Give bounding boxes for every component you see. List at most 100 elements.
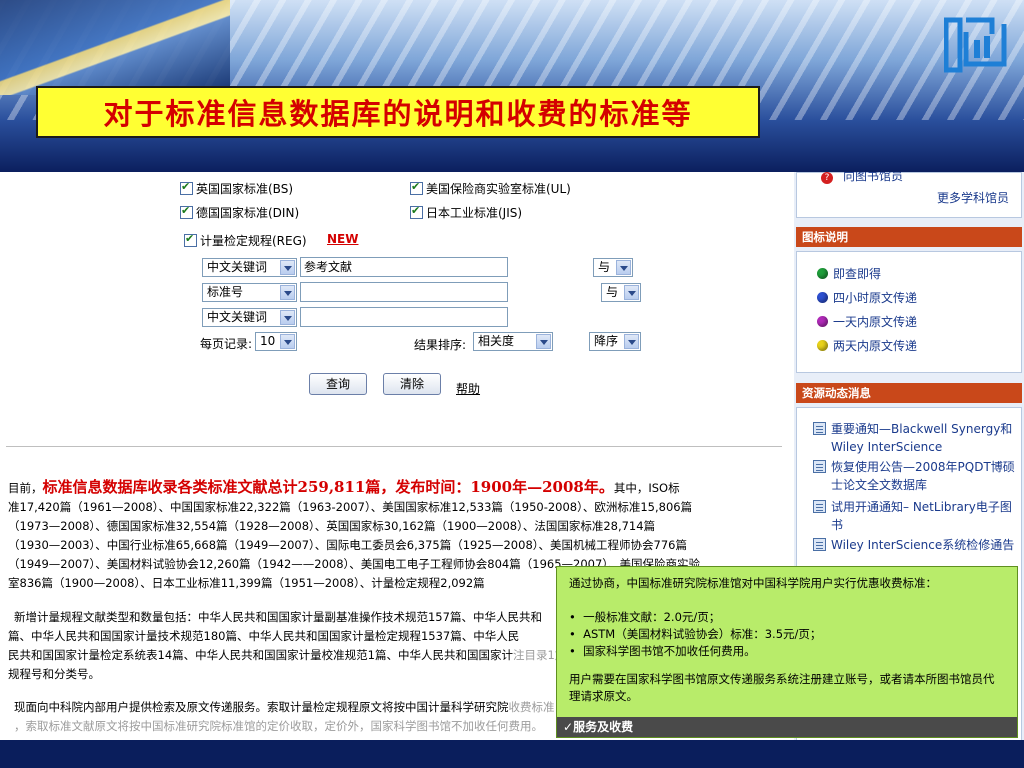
chevron-down-icon[interactable] — [280, 260, 295, 275]
checkbox-checked-icon[interactable] — [410, 204, 423, 219]
select-value: 相关度 — [478, 334, 515, 348]
question-icon: ? — [821, 172, 833, 184]
desc-text: 其中，ISO标 — [613, 481, 680, 495]
sort-select[interactable]: 相关度 — [473, 332, 553, 351]
checkbox-checked-icon[interactable] — [180, 204, 193, 219]
new-badge[interactable]: NEW — [327, 232, 358, 246]
help-link[interactable]: 帮助 — [456, 380, 480, 397]
checkbox-ul[interactable]: 美国保险商实验室标准(UL) — [410, 180, 571, 197]
desc-line-4: （1930—2003）、中国行业标准65,668篇（1949—2007）、国际电… — [8, 538, 687, 552]
purple-dot-icon — [817, 316, 828, 327]
popup-note: 用户需要在国家科学图书馆原文传递服务系统注册建立账号，或者请本所图书馆员代理请求… — [569, 672, 995, 703]
ask-librarian-label: 向图书馆员 — [843, 172, 904, 183]
sort-label: 结果排序: — [414, 338, 467, 352]
popup-item-text: 一般标准文献：2.0元/页； — [583, 610, 721, 624]
popup-item: • ASTM（美国材料试验协会）标准：3.5元/页； — [569, 626, 821, 642]
op-select-1[interactable]: 与 — [593, 258, 633, 277]
clear-button[interactable]: 清除 — [383, 373, 441, 395]
query-button[interactable]: 查询 — [309, 373, 367, 395]
chevron-down-icon[interactable] — [280, 334, 295, 349]
chevron-down-icon[interactable] — [624, 285, 639, 300]
yellow-dot-icon — [817, 340, 828, 351]
bullet-icon: • — [569, 610, 584, 624]
chevron-down-icon[interactable] — [616, 260, 631, 275]
checkbox-reg[interactable]: 计量检定规程(REG) — [184, 232, 307, 249]
checkbox-label: 美国保险商实验室标准(UL) — [426, 182, 571, 196]
document-icon — [813, 538, 826, 551]
news-item[interactable]: 重要通知—Blackwell Synergy和Wiley InterScienc… — [813, 420, 1019, 456]
select-value: 标准号 — [207, 285, 244, 299]
green-dot-icon — [817, 268, 828, 279]
checkbox-din[interactable]: 德国国家标准(DIN) — [180, 204, 299, 221]
legend-label: 即查即得 — [833, 267, 882, 281]
fee-popup: 通过协商，中国标准研究院标准馆对中国科学院用户实行优惠收费标准： • 一般标准文… — [556, 566, 1018, 738]
desc-text: 民共和国国家计量检定系统表14篇、中华人民共和国国家计量校准规范1篇、中华人民共… — [8, 648, 513, 662]
slide-title-box: 对于标准信息数据库的说明和收费的标准等 — [36, 86, 760, 138]
per-page-select[interactable]: 10 — [255, 332, 297, 351]
checkbox-label: 英国国家标准(BS) — [196, 182, 294, 196]
keyword-input-3[interactable] — [300, 307, 508, 327]
fee-popup-body: 通过协商，中国标准研究院标准馆对中国科学院用户实行优惠收费标准： • 一般标准文… — [557, 567, 1017, 717]
op-select-2[interactable]: 与 — [601, 283, 641, 302]
document-icon — [813, 460, 826, 473]
news-item[interactable]: 恢复使用公告—2008年PQDT博硕士论文全文数据库 — [813, 458, 1019, 494]
checkbox-checked-icon[interactable] — [410, 180, 423, 195]
checkbox-label: 德国国家标准(DIN) — [196, 206, 300, 220]
popup-footer: ✓服务及收费 — [557, 717, 1017, 737]
news-item[interactable]: 试用开通通知– NetLibrary电子图书 — [813, 498, 1019, 534]
desc-text: 目前， — [8, 481, 43, 495]
order-select[interactable]: 降序 — [589, 332, 641, 351]
ask-librarian-link[interactable]: ? 向图书馆员 — [821, 172, 903, 184]
news-item-label: 试用开通通知– NetLibrary电子图书 — [831, 500, 1012, 532]
select-value: 中文关键词 — [207, 310, 268, 324]
slide-title: 对于标准信息数据库的说明和收费的标准等 — [103, 97, 693, 131]
checkbox-jis[interactable]: 日本工业标准(JIS) — [410, 204, 522, 221]
bullet-icon: • — [569, 644, 584, 658]
bottom-bar — [0, 740, 1024, 768]
field-select-1[interactable]: 中文关键词 — [202, 258, 297, 277]
select-value: 降序 — [594, 334, 619, 348]
legend-item-1d: 一天内原文传递 — [817, 313, 917, 330]
news-item[interactable]: Wiley InterScience系统检修通告 — [813, 536, 1019, 554]
bullet-icon: • — [569, 627, 584, 641]
section-divider — [6, 446, 782, 447]
blue-dot-icon — [817, 292, 828, 303]
select-value: 与 — [598, 260, 611, 274]
desc-text: 现面向中科院内部用户提供检索及原文传递服务。索取计量检定规程原文将按中国计量科学… — [14, 700, 509, 714]
desc-line-2: 准17,420篇（1961—2008）、中国国家标准22,322篇（1963-2… — [8, 500, 693, 514]
news-item-label: 恢复使用公告—2008年PQDT博硕士论文全文数据库 — [831, 460, 1015, 492]
checkbox-label: 日本工业标准(JIS) — [426, 206, 523, 220]
popup-footer-label: 服务及收费 — [573, 720, 634, 734]
legend-box: 即查即得 四小时原文传递 一天内原文传递 两天内原文传递 — [796, 251, 1022, 373]
checkbox-bs[interactable]: 英国国家标准(BS) — [180, 180, 293, 197]
news-header: 资源动态消息 — [796, 383, 1022, 403]
librarian-box: ? 向图书馆员 更多学科馆员 — [796, 172, 1022, 218]
checkmark-icon: ✓ — [563, 720, 574, 734]
select-value: 中文关键词 — [207, 260, 268, 274]
select-value: 10 — [260, 334, 276, 348]
field-select-3[interactable]: 中文关键词 — [202, 308, 297, 327]
keyword-input-2[interactable] — [300, 282, 508, 302]
chevron-down-icon[interactable] — [536, 334, 551, 349]
more-librarians-link[interactable]: 更多学科馆员 — [937, 189, 1009, 206]
chevron-down-icon[interactable] — [280, 285, 295, 300]
field-select-2[interactable]: 标准号 — [202, 283, 297, 302]
legend-item-2d: 两天内原文传递 — [817, 337, 917, 354]
popup-item-text: 国家科学图书馆不加收任何费用。 — [583, 644, 756, 658]
legend-item-4h: 四小时原文传递 — [817, 289, 917, 306]
news-item-label: 重要通知—Blackwell Synergy和Wiley InterScienc… — [831, 422, 1013, 454]
news-item-label: Wiley InterScience系统检修通告 — [831, 538, 1015, 552]
chevron-down-icon[interactable] — [624, 334, 639, 349]
chevron-down-icon[interactable] — [280, 310, 295, 325]
per-page-label: 每页记录: — [200, 337, 253, 351]
checkbox-checked-icon[interactable] — [180, 180, 193, 195]
keyword-input-1[interactable]: 参考文献 — [300, 257, 508, 277]
desc-line-1: 目前，标准信息数据库收录各类标准文献总计259,811篇，发布时间：1900年—… — [8, 478, 788, 497]
checkbox-label: 计量检定规程(REG) — [200, 234, 307, 248]
document-icon — [813, 422, 826, 435]
desc-line-3: （1973—2008）、德国国家标准32,554篇（1928—2008）、英国国… — [8, 519, 656, 533]
total-count-highlight: 标准信息数据库收录各类标准文献总计259,811篇，发布时间：1900年—200… — [42, 478, 614, 496]
legend-item-instant: 即查即得 — [817, 265, 881, 282]
legend-label: 一天内原文传递 — [833, 315, 918, 329]
checkbox-checked-icon[interactable] — [184, 232, 197, 247]
